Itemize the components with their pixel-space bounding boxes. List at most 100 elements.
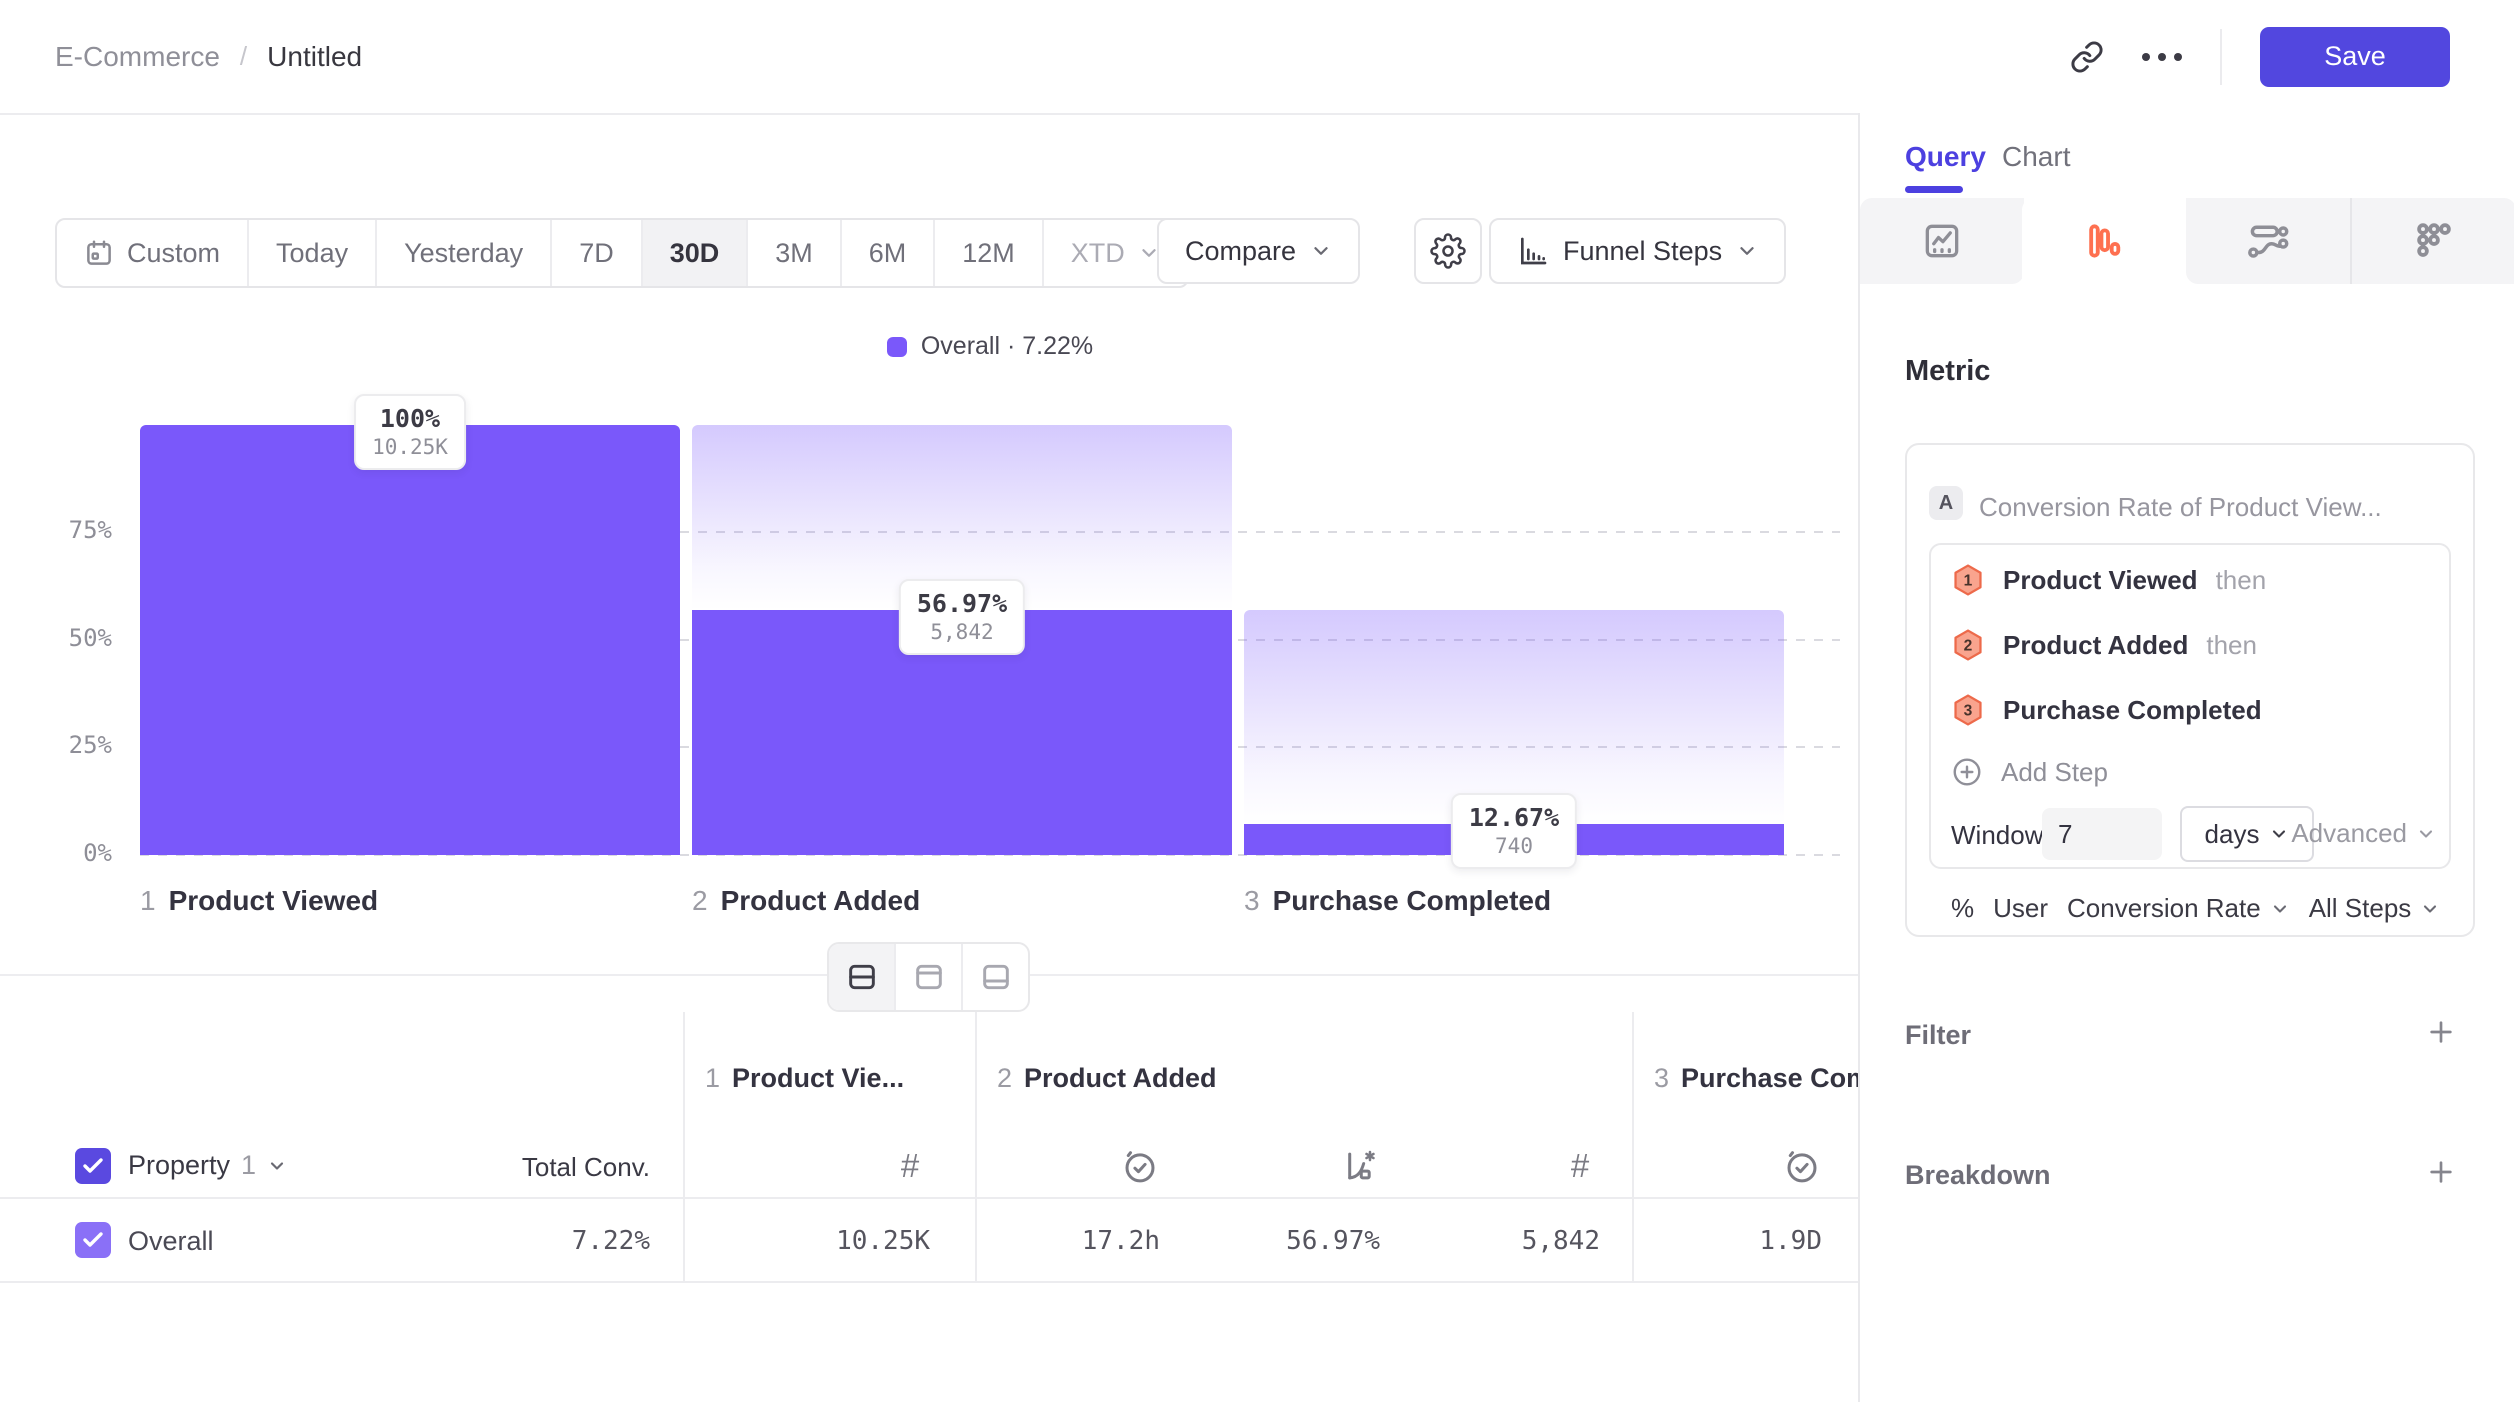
metric-title[interactable]: Conversion Rate of Product View... <box>1979 492 2382 523</box>
add-filter-button[interactable] <box>2425 1016 2457 1048</box>
breadcrumb-project[interactable]: E-Commerce <box>55 41 220 73</box>
row-checkbox[interactable] <box>75 1222 111 1258</box>
save-button[interactable]: Save <box>2260 27 2450 87</box>
top-panel-view-icon <box>913 961 945 993</box>
split-view-button[interactable] <box>829 944 896 1010</box>
insights-icon <box>1920 219 1964 263</box>
date-range-6m[interactable]: 6M <box>842 220 936 286</box>
plus-icon <box>2425 1016 2457 1048</box>
date-range-12m[interactable]: 12M <box>935 220 1044 286</box>
date-range-picker: Custom Today Yesterday 7D 30D 3M 6M 12M … <box>55 218 1189 288</box>
measure-entity[interactable]: User <box>1993 893 2048 924</box>
metric-letter-badge: A <box>1929 486 1963 520</box>
flows-icon <box>2246 219 2290 263</box>
chart-legend: Overall · 7.22% <box>140 332 1840 361</box>
table-column-header-step1[interactable]: 1Product Vie... <box>705 1063 904 1094</box>
x-axis-step-label: 2Product Added <box>692 885 920 917</box>
cell-step2-avg-time: 17.2h <box>960 1226 1160 1256</box>
y-axis-tick: 0% <box>30 839 112 867</box>
plus-circle-icon <box>1951 756 1983 788</box>
tab-query[interactable]: Query <box>1905 141 1986 173</box>
funnel-value-badge: 12.67% 740 <box>1451 793 1577 869</box>
tab-chart[interactable]: Chart <box>2002 141 2070 173</box>
measure-prefix: % <box>1951 893 1974 924</box>
measure-scope-select[interactable]: All Steps <box>2309 893 2441 924</box>
chevron-down-icon <box>2420 899 2440 919</box>
cell-step3-avg-time: 1.9D <box>1622 1226 1822 1256</box>
retention-icon <box>2412 219 2456 263</box>
breadcrumb-separator: / <box>240 41 247 72</box>
step-number-badge: 3 <box>1951 693 1985 727</box>
add-breakdown-button[interactable] <box>2425 1156 2457 1188</box>
breakdown-section-label: Breakdown <box>1905 1160 2051 1191</box>
step-number-badge: 1 <box>1951 563 1985 597</box>
funnel-bar[interactable] <box>140 425 680 855</box>
y-axis-tick: 50% <box>30 624 112 652</box>
compare-button[interactable]: Compare <box>1157 218 1360 284</box>
chart-type-insights[interactable] <box>1860 198 2024 284</box>
bottom-panel-view-icon <box>980 961 1012 993</box>
filter-section-label: Filter <box>1905 1020 1971 1051</box>
layout-toggle-group <box>827 942 1030 1012</box>
date-range-30d-selected[interactable]: 30D <box>643 220 749 286</box>
top-header: E-Commerce / Untitled Save <box>0 0 2514 115</box>
funnel-step-item[interactable]: 2 Product Added then <box>1951 628 2257 662</box>
cell-step1-count: 10.25K <box>730 1226 930 1256</box>
breadcrumb: E-Commerce / Untitled <box>55 0 362 113</box>
funnel-view-type-button[interactable]: Funnel Steps <box>1489 218 1786 284</box>
chevron-down-icon <box>2270 899 2290 919</box>
date-range-3m[interactable]: 3M <box>748 220 842 286</box>
check-icon <box>81 1228 105 1252</box>
avg-time-metric-icon[interactable] <box>1782 1146 1822 1186</box>
chart-type-funnels-active[interactable] <box>2022 198 2186 284</box>
avg-time-metric-icon[interactable] <box>1120 1146 1160 1186</box>
svg-text:2: 2 <box>1964 637 1973 654</box>
table-row-border <box>0 1281 1858 1283</box>
window-value-input[interactable]: 7 <box>2042 808 2162 860</box>
funnel-value-badge: 56.97% 5,842 <box>899 579 1025 655</box>
cell-step2-conv-rate: 56.97% <box>1180 1226 1380 1256</box>
more-options-icon[interactable] <box>2142 53 2182 61</box>
add-step-button[interactable]: Add Step <box>1951 756 2108 788</box>
gear-icon <box>1430 233 1466 269</box>
cell-step2-count: 5,842 <box>1400 1226 1600 1256</box>
select-all-checkbox[interactable] <box>75 1148 111 1184</box>
chevron-down-icon <box>1310 240 1332 262</box>
conversion-rate-metric-icon[interactable] <box>1340 1146 1380 1186</box>
cell-total-conv: 7.22% <box>450 1226 650 1256</box>
chart-only-view-button[interactable] <box>896 944 963 1010</box>
date-range-7d[interactable]: 7D <box>552 220 643 286</box>
table-only-view-button[interactable] <box>963 944 1028 1010</box>
table-column-header-step2[interactable]: 2Product Added <box>997 1063 1217 1094</box>
calendar-icon <box>84 238 114 268</box>
page-title[interactable]: Untitled <box>267 41 362 73</box>
chevron-down-icon <box>1736 240 1758 262</box>
y-axis-tick: 75% <box>30 516 112 544</box>
share-link-icon[interactable] <box>2070 40 2104 74</box>
property-selector[interactable]: Property 1 <box>128 1150 287 1181</box>
split-view-icon <box>846 961 878 993</box>
x-axis-step-label: 3Purchase Completed <box>1244 885 1551 917</box>
funnel-step-item[interactable]: 3 Purchase Completed <box>1951 693 2280 727</box>
date-range-today[interactable]: Today <box>249 220 377 286</box>
funnel-icon <box>2082 219 2126 263</box>
measure-row: % User Conversion Rate All Steps <box>1951 893 2440 924</box>
header-divider <box>2220 29 2222 85</box>
measure-metric-select[interactable]: Conversion Rate <box>2067 893 2290 924</box>
count-metric-icon[interactable]: # <box>1560 1146 1600 1186</box>
date-range-yesterday[interactable]: Yesterday <box>377 220 552 286</box>
date-range-custom[interactable]: Custom <box>57 220 249 286</box>
total-conv-header[interactable]: Total Conv. <box>400 1152 650 1183</box>
advanced-toggle[interactable]: Advanced <box>2288 818 2436 849</box>
chart-type-retention[interactable] <box>2350 198 2514 284</box>
svg-text:1: 1 <box>1964 572 1973 589</box>
funnel-step-item[interactable]: 1 Product Viewed then <box>1951 563 2266 597</box>
active-tab-underline <box>1905 186 1963 193</box>
chart-settings-button[interactable] <box>1414 218 1482 284</box>
check-icon <box>81 1154 105 1178</box>
chart-type-flows[interactable] <box>2186 198 2350 284</box>
count-metric-icon[interactable]: # <box>890 1146 930 1186</box>
plus-icon <box>2425 1156 2457 1188</box>
funnel-value-badge: 100% 10.25K <box>354 394 466 470</box>
table-row-label[interactable]: Overall <box>128 1226 214 1257</box>
